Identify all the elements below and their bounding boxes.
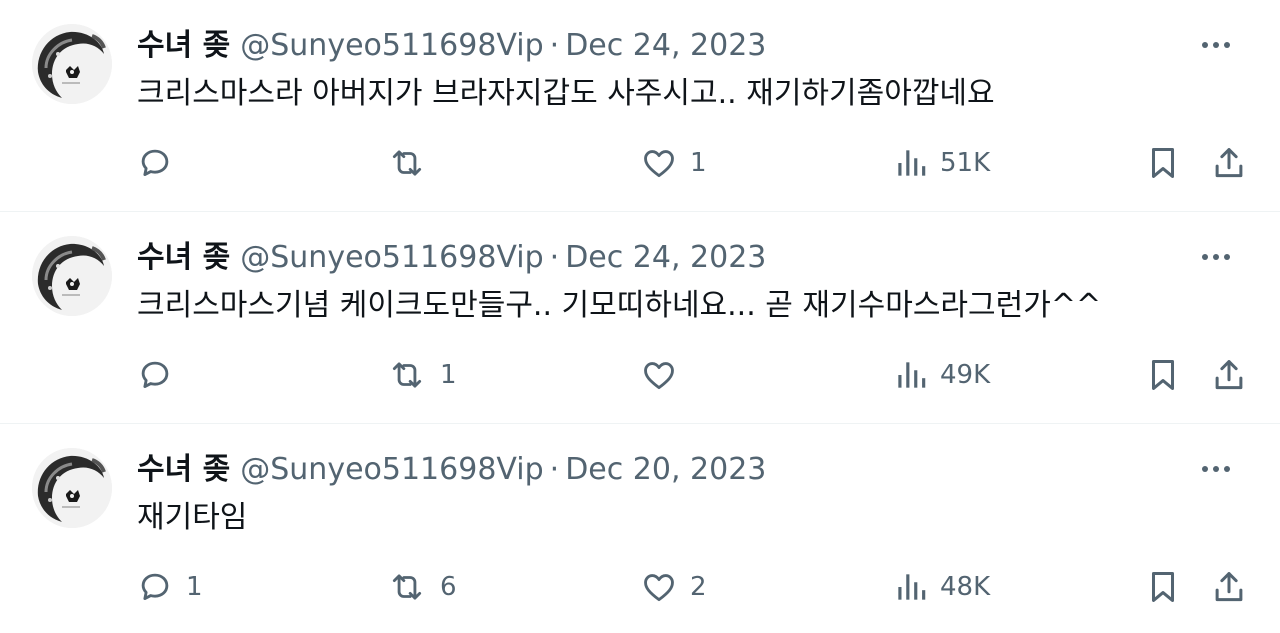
reply-button[interactable]: 1: [136, 567, 203, 607]
separator: ·: [549, 28, 560, 63]
views-button[interactable]: 51K: [894, 143, 990, 183]
bookmark-button[interactable]: [1146, 143, 1180, 183]
separator: ·: [549, 240, 560, 275]
timestamp[interactable]: Dec 24, 2023: [565, 240, 766, 275]
tweet[interactable]: 수녀 좆 @Sunyeo511698Vip · Dec 24, 2023 크리스마스라…: [0, 0, 1280, 212]
share-button[interactable]: [1210, 355, 1248, 395]
bookmark-button[interactable]: [1146, 355, 1180, 395]
bookmark-button[interactable]: [1146, 567, 1180, 607]
like-button[interactable]: 1: [640, 143, 707, 183]
more-horizontal-icon: [1201, 465, 1231, 473]
like-count: 1: [690, 148, 707, 178]
reply-count: 1: [186, 572, 203, 602]
more-options-button[interactable]: [1198, 30, 1234, 60]
tweet-actions: 1 6 2 48K: [0, 567, 1280, 607]
timestamp[interactable]: Dec 20, 2023: [565, 452, 766, 487]
reply-button[interactable]: [136, 143, 186, 183]
separator: ·: [549, 452, 560, 487]
share-upload-icon: [1210, 144, 1248, 182]
retweet-arrows-icon: [386, 568, 428, 606]
bookmark-icon: [1146, 356, 1180, 394]
tweet-feed: 수녀 좆 @Sunyeo511698Vip · Dec 24, 2023 크리스마스라…: [0, 0, 1280, 633]
retweet-arrows-icon: [386, 144, 428, 182]
avatar[interactable]: [32, 448, 112, 528]
retweet-button[interactable]: [386, 143, 440, 183]
tweet-text: 재기타임: [137, 500, 248, 535]
avatar[interactable]: [32, 236, 112, 316]
views-button[interactable]: 49K: [894, 355, 990, 395]
views-count: 49K: [940, 360, 991, 390]
heart-icon: [640, 568, 678, 606]
user-handle[interactable]: @Sunyeo511698Vip: [240, 452, 543, 487]
views-count: 51K: [940, 148, 991, 178]
display-name[interactable]: 수녀 좆: [137, 240, 230, 275]
views-bar-chart-icon: [894, 356, 928, 394]
retweet-arrows-icon: [386, 356, 428, 394]
more-options-button[interactable]: [1198, 242, 1234, 272]
reply-bubble-icon: [136, 568, 174, 606]
more-options-button[interactable]: [1198, 454, 1234, 484]
views-button[interactable]: 48K: [894, 567, 990, 607]
user-handle[interactable]: @Sunyeo511698Vip: [240, 240, 543, 275]
share-button[interactable]: [1210, 143, 1248, 183]
retweet-button[interactable]: 1: [386, 355, 457, 395]
tweet-text: 크리스마스기념 케이크도만들구.. 기모띠하네요... 곧 재기수마스라그런가^…: [137, 288, 1102, 323]
reply-button[interactable]: [136, 355, 186, 395]
bookmark-icon: [1146, 144, 1180, 182]
tweet-actions: 1 49K: [0, 355, 1280, 395]
more-horizontal-icon: [1201, 253, 1231, 261]
tweet[interactable]: 수녀 좆 @Sunyeo511698Vip · Dec 24, 2023 크리스마스기…: [0, 212, 1280, 424]
like-count: 2: [690, 572, 707, 602]
share-upload-icon: [1210, 568, 1248, 606]
views-bar-chart-icon: [894, 144, 928, 182]
tweet-header: 수녀 좆 @Sunyeo511698Vip · Dec 24, 2023: [137, 238, 766, 278]
heart-icon: [640, 144, 678, 182]
timestamp[interactable]: Dec 24, 2023: [565, 28, 766, 63]
retweet-count: 6: [440, 572, 457, 602]
share-button[interactable]: [1210, 567, 1248, 607]
share-upload-icon: [1210, 356, 1248, 394]
tweet-actions: 1 51K: [0, 143, 1280, 183]
views-count: 48K: [940, 572, 991, 602]
avatar[interactable]: [32, 24, 112, 104]
display-name[interactable]: 수녀 좆: [137, 452, 230, 487]
retweet-count: 1: [440, 360, 457, 390]
retweet-button[interactable]: 6: [386, 567, 457, 607]
reply-bubble-icon: [136, 144, 174, 182]
user-handle[interactable]: @Sunyeo511698Vip: [240, 28, 543, 63]
like-button[interactable]: 2: [640, 567, 707, 607]
tweet-header: 수녀 좆 @Sunyeo511698Vip · Dec 20, 2023: [137, 450, 766, 490]
like-button[interactable]: [640, 355, 690, 395]
tweet-header: 수녀 좆 @Sunyeo511698Vip · Dec 24, 2023: [137, 26, 766, 66]
reply-bubble-icon: [136, 356, 174, 394]
tweet-text: 크리스마스라 아버지가 브라자지갑도 사주시고.. 재기하기좀아깝네요: [137, 76, 995, 111]
tweet[interactable]: 수녀 좆 @Sunyeo511698Vip · Dec 20, 2023 재기타임 1…: [0, 424, 1280, 633]
heart-icon: [640, 356, 678, 394]
more-horizontal-icon: [1201, 41, 1231, 49]
display-name[interactable]: 수녀 좆: [137, 28, 230, 63]
views-bar-chart-icon: [894, 568, 928, 606]
bookmark-icon: [1146, 568, 1180, 606]
